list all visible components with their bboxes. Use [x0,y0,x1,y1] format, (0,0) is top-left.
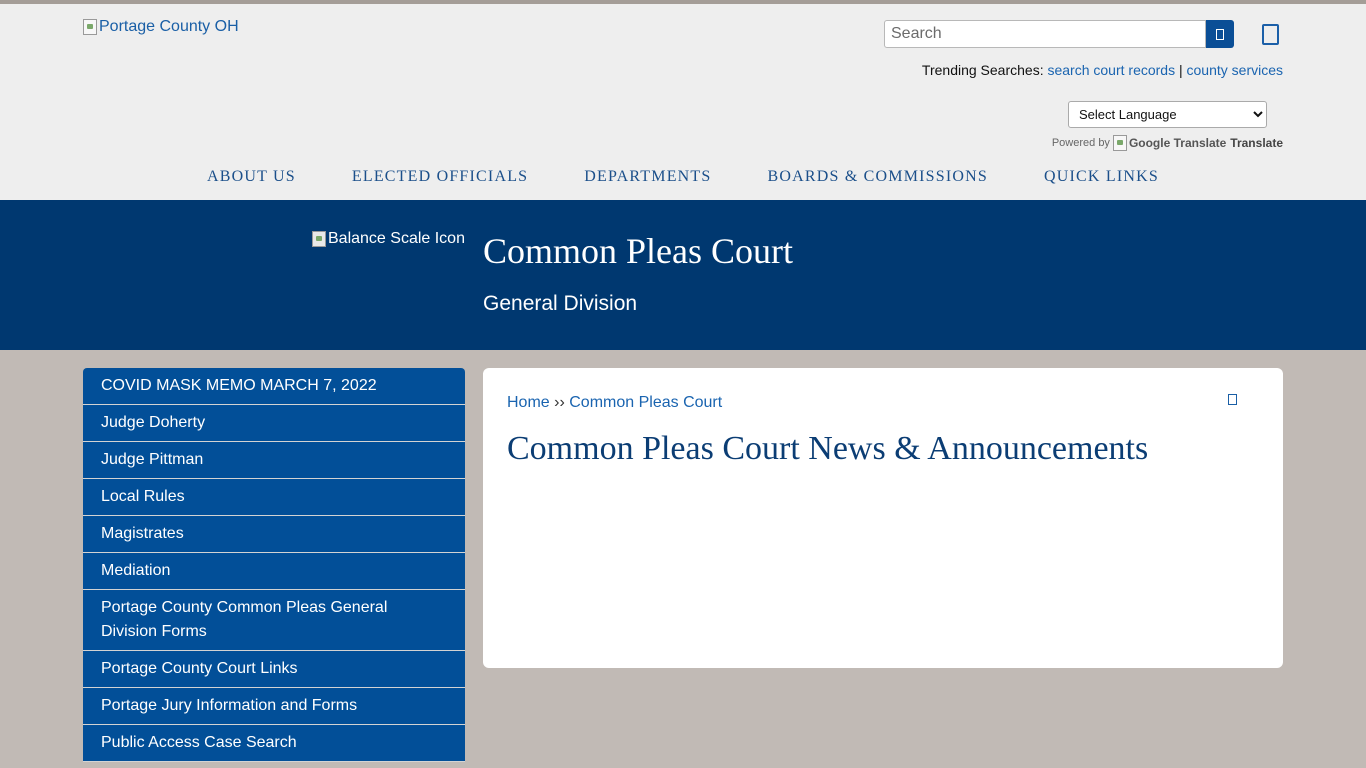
google-translate-credit: Powered by Google Translate Translate [1052,135,1283,151]
balance-scale-alt: Balance Scale Icon [328,230,465,247]
trending-link-county-services[interactable]: county services [1187,62,1283,78]
google-translate-alt: Google Translate [1128,136,1227,150]
page-title: Common Pleas Court [483,231,794,271]
bookmark-icon[interactable] [1262,24,1279,45]
main-nav: ABOUT US ELECTED OFFICIALS DEPARTMENTS B… [0,168,1366,186]
breadcrumb-home[interactable]: Home [507,394,550,411]
page-banner: Balance Scale Icon Common Pleas Court Ge… [0,200,1366,350]
print-icon[interactable] [1228,394,1237,405]
side-nav-item-general-division-forms[interactable]: Portage County Common Pleas General Divi… [83,590,465,651]
broken-image-icon [83,19,97,35]
trending-separator: | [1178,62,1183,78]
logo-alt-text: Portage County OH [99,18,239,35]
trending-searches: Trending Searches: search court records … [922,62,1283,78]
page-subtitle: General Division [483,292,638,315]
trending-link-court-records[interactable]: search court records [1047,62,1175,78]
site-logo[interactable]: Portage County OH [83,18,239,36]
balance-scale-icon: Balance Scale Icon [312,230,465,248]
content-panel: Home ›› Common Pleas Court Common Pleas … [483,368,1283,668]
search-form [884,20,1234,48]
powered-by-label: Powered by [1051,137,1110,149]
nav-item-about-us[interactable]: ABOUT US [207,168,296,186]
side-nav-item-judge-doherty[interactable]: Judge Doherty [83,405,465,442]
side-nav-item-covid-memo[interactable]: COVID MASK MEMO MARCH 7, 2022 [83,368,465,405]
side-nav-item-local-rules[interactable]: Local Rules [83,479,465,516]
translate-link[interactable]: Translate [1230,136,1283,150]
content-heading: Common Pleas Court News & Announcements [507,430,1149,467]
search-button[interactable] [1206,20,1234,48]
site-header: Portage County OH Trending Searches: sea… [0,0,1366,200]
nav-item-elected-officials[interactable]: ELECTED OFFICIALS [352,168,528,186]
breadcrumb-current[interactable]: Common Pleas Court [569,394,722,411]
trending-label: Trending Searches: [921,62,1044,78]
side-nav-item-case-search[interactable]: Public Access Case Search [83,725,465,762]
search-input[interactable] [884,20,1206,48]
side-nav: COVID MASK MEMO MARCH 7, 2022 Judge Dohe… [83,368,465,762]
side-nav-item-court-links[interactable]: Portage County Court Links [83,651,465,688]
broken-image-icon [312,231,326,247]
broken-image-icon [1112,135,1127,151]
side-nav-item-magistrates[interactable]: Magistrates [83,516,465,553]
side-nav-item-jury-information[interactable]: Portage Jury Information and Forms [83,688,465,725]
breadcrumb-separator: ›› [554,394,565,411]
side-nav-item-mediation[interactable]: Mediation [83,553,465,590]
nav-item-quick-links[interactable]: QUICK LINKS [1044,168,1159,186]
google-translate-logo[interactable]: Google Translate [1112,135,1227,151]
search-icon [1216,28,1224,40]
side-nav-item-judge-pittman[interactable]: Judge Pittman [83,442,465,479]
nav-item-boards-commissions[interactable]: BOARDS & COMMISSIONS [768,168,989,186]
language-select[interactable]: Select Language [1068,101,1267,128]
nav-item-departments[interactable]: DEPARTMENTS [584,168,711,186]
breadcrumb: Home ›› Common Pleas Court [507,394,722,412]
